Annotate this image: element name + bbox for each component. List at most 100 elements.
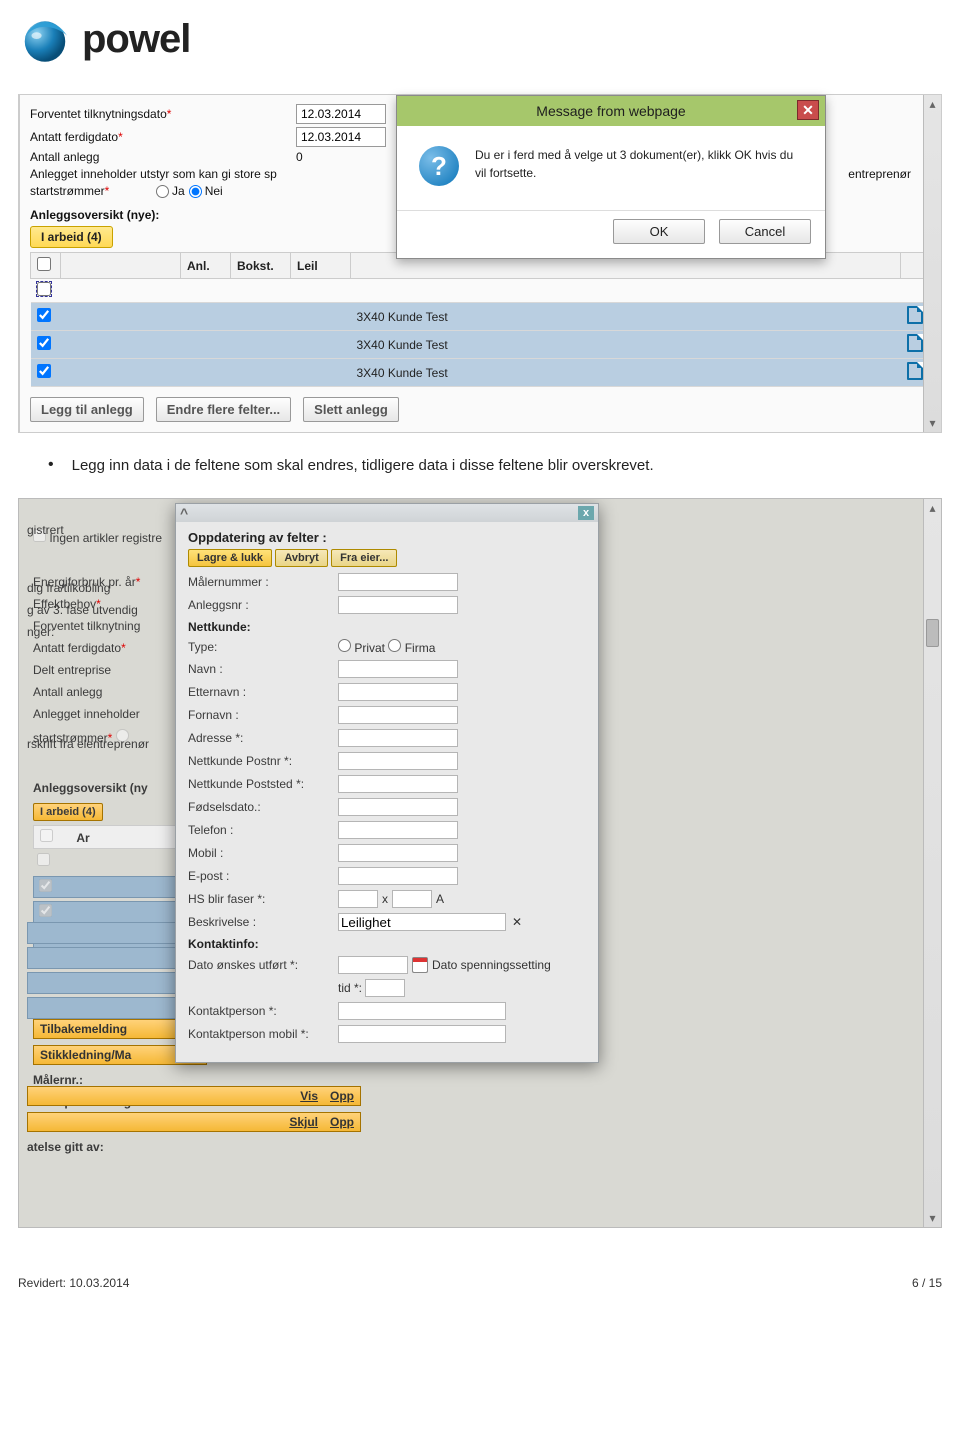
checkbox-row[interactable] [37, 336, 51, 350]
calendar-icon[interactable] [412, 957, 428, 973]
screenshot-bottom: Ingen artikler registre Energiforbruk pr… [18, 498, 942, 1228]
input-telefon[interactable] [338, 821, 458, 839]
button-cancel[interactable]: Cancel [719, 219, 811, 244]
bullet-note: • Legg inn data i de feltene som skal en… [48, 457, 942, 474]
input-fodselsdato[interactable] [338, 798, 458, 816]
button-fra-eier[interactable]: Fra eier... [331, 549, 397, 567]
cell-desc [351, 279, 901, 303]
anlegg-table: Anl. Bokst. Leil [30, 252, 931, 387]
close-icon[interactable]: ✕ [797, 100, 819, 120]
label-anleggsnr: Anleggsnr : [188, 598, 338, 612]
label-antatt-dato: Antatt ferdigdato* [30, 130, 290, 144]
scroll-up-icon[interactable]: ▴ [924, 499, 941, 517]
tab-i-arbeid[interactable]: I arbeid (4) [30, 226, 113, 248]
label-antall-anlegg: Antall anlegg [30, 150, 290, 164]
input-mobil[interactable] [338, 844, 458, 862]
input-fornavn[interactable] [338, 706, 458, 724]
input-forventet-dato[interactable] [296, 104, 386, 124]
chevron-up-icon[interactable]: ^ [180, 505, 188, 521]
footer-revidert: Revidert: 10.03.2014 [18, 1276, 129, 1290]
checkbox-row[interactable] [37, 364, 51, 378]
checkbox-select-all[interactable] [37, 257, 51, 271]
label-telefon: Telefon : [188, 823, 338, 837]
input-dato-utfort[interactable] [338, 956, 408, 974]
label-type: Type: [188, 640, 338, 654]
trail-entreprenor: entreprenør [848, 167, 911, 181]
input-epost[interactable] [338, 867, 458, 885]
label-adresse: Adresse *: [188, 731, 338, 745]
logo-sphere-icon [18, 12, 72, 66]
col-leil: Leil [291, 253, 351, 279]
label-dato-utfort: Dato ønskes utført *: [188, 958, 338, 972]
col-anl: Anl. [181, 253, 231, 279]
label-fornavn: Fornavn : [188, 708, 338, 722]
label-poststed: Nettkunde Poststed *: [188, 777, 338, 791]
label-mobil: Mobil : [188, 846, 338, 860]
label-malernummer: Målernummer : [188, 575, 338, 589]
scrollbar[interactable]: ▴ ▾ [923, 95, 941, 432]
input-navn[interactable] [338, 660, 458, 678]
scroll-down-icon[interactable]: ▾ [924, 414, 941, 432]
value-antall-anlegg: 0 [296, 150, 303, 164]
document-icon[interactable] [907, 362, 923, 380]
col-bokst: Bokst. [231, 253, 291, 279]
header-nettkunde: Nettkunde: [188, 620, 586, 634]
input-hs-faser-2[interactable] [392, 890, 432, 908]
scrollbar[interactable]: ▴ ▾ [923, 499, 941, 1227]
clear-icon[interactable]: ✕ [512, 915, 522, 929]
label-startstrommer: startstrømmer* [30, 184, 150, 198]
button-slett-anlegg[interactable]: Slett anlegg [303, 397, 399, 422]
checkbox-row[interactable] [37, 308, 51, 322]
bullet-icon: • [48, 457, 54, 474]
cell-desc: 3X40 Kunde Test [351, 359, 901, 387]
header-kontaktinfo: Kontaktinfo: [188, 937, 586, 951]
label-etternavn: Etternavn : [188, 685, 338, 699]
label-epost: E-post : [188, 869, 338, 883]
input-kontaktperson-mobil[interactable] [338, 1025, 506, 1043]
radio-startstrommer[interactable]: Ja Nei [156, 184, 223, 198]
button-avbryt[interactable]: Avbryt [275, 549, 327, 567]
label-kontaktperson: Kontaktperson *: [188, 1004, 338, 1018]
scroll-thumb[interactable] [926, 619, 939, 647]
input-adresse[interactable] [338, 729, 458, 747]
footer-page-number: 6 / 15 [912, 1276, 942, 1290]
message-box-text: Du er i ferd med å velge ut 3 dokument(e… [475, 146, 803, 182]
button-lagre-lukk[interactable]: Lagre & lukk [188, 549, 272, 567]
screenshot-top: Forventet tilknytningsdato* dd.mm.åååå A… [18, 94, 942, 433]
label-postnr: Nettkunde Postnr *: [188, 754, 338, 768]
input-beskrivelse[interactable] [338, 913, 506, 931]
input-hs-faser-1[interactable] [338, 890, 378, 908]
input-antatt-dato[interactable] [296, 127, 386, 147]
radio-type-privat[interactable]: Privat [338, 639, 385, 655]
input-tid[interactable] [365, 979, 405, 997]
question-icon: ? [419, 146, 459, 186]
input-kontaktperson[interactable] [338, 1002, 506, 1020]
scroll-up-icon[interactable]: ▴ [924, 95, 941, 113]
cell-desc: 3X40 Kunde Test [351, 331, 901, 359]
label-hs-faser: HS blir faser *: [188, 892, 338, 906]
close-icon[interactable]: x [578, 506, 594, 520]
document-icon[interactable] [907, 334, 923, 352]
input-malernummer[interactable] [338, 573, 458, 591]
label-fodselsdato: Fødselsdato.: [188, 800, 338, 814]
document-icon[interactable] [907, 306, 923, 324]
input-anleggsnr[interactable] [338, 596, 458, 614]
label-beskrivelse: Beskrivelse : [188, 915, 338, 929]
input-poststed[interactable] [338, 775, 458, 793]
radio-type-firma[interactable]: Firma [388, 639, 435, 655]
dialog-oppdatering: ^ x Oppdatering av felter : Lagre & lukk… [175, 503, 599, 1063]
button-endre-flere-felter[interactable]: Endre flere felter... [156, 397, 291, 422]
logo-wordmark: powel [82, 17, 190, 62]
checkbox-row[interactable] [37, 282, 51, 296]
scroll-down-icon[interactable]: ▾ [924, 1209, 941, 1227]
label-utstyr-line: Anlegget inneholder utstyr som kan gi st… [30, 167, 277, 181]
input-postnr[interactable] [338, 752, 458, 770]
dialog-title: Oppdatering av felter : [188, 530, 586, 545]
label-navn: Navn : [188, 662, 338, 676]
label-kontaktperson-mobil: Kontaktperson mobil *: [188, 1027, 338, 1041]
button-legg-til-anlegg[interactable]: Legg til anlegg [30, 397, 144, 422]
input-etternavn[interactable] [338, 683, 458, 701]
button-ok[interactable]: OK [613, 219, 705, 244]
message-box: Message from webpage ✕ ? Du er i ferd me… [396, 95, 826, 259]
message-box-title: Message from webpage [536, 103, 685, 119]
